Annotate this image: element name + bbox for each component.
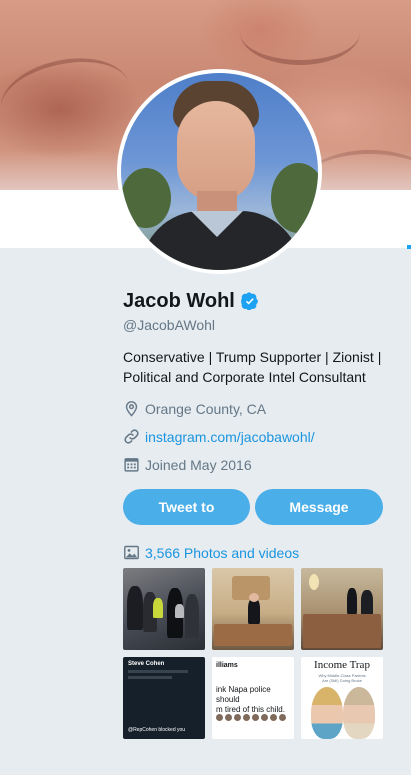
message-button[interactable]: Message xyxy=(255,489,383,525)
link-icon xyxy=(124,429,139,444)
photos-videos-link[interactable]: 3,566 Photos and videos xyxy=(123,544,299,561)
media-thumbnail[interactable] xyxy=(123,568,205,650)
profile-join-date: Joined May 2016 xyxy=(123,456,252,473)
media-thumbnail[interactable] xyxy=(212,568,294,650)
avatar[interactable] xyxy=(117,69,322,274)
verified-badge-icon xyxy=(241,292,258,310)
location-pin-icon xyxy=(125,401,138,417)
profile-bio: Conservative | Trump Supporter | Zionist… xyxy=(123,347,393,387)
profile-handle[interactable]: @JacobAWohl xyxy=(123,317,215,333)
location-text: Orange County, CA xyxy=(145,400,267,417)
nav-accent-indicator xyxy=(407,245,411,249)
media-thumbnail[interactable]: Income Trap Why Middle-Class Parents Are… xyxy=(301,657,383,739)
profile-location: Orange County, CA xyxy=(123,400,266,417)
join-date-text: Joined May 2016 xyxy=(145,456,252,473)
calendar-icon xyxy=(124,458,139,472)
photos-videos-count[interactable]: 3,566 Photos and videos xyxy=(145,545,299,561)
tweet-to-button[interactable]: Tweet to xyxy=(123,489,250,525)
media-thumbnail[interactable] xyxy=(301,568,383,650)
bio-line: Conservative | Trump Supporter | Zionist… xyxy=(123,349,382,365)
thumbnail-caption: @RepCohen blocked you xyxy=(128,727,186,733)
thumbnail-title: illiams xyxy=(216,662,238,669)
media-thumbnail[interactable]: illiams ink Napa police should m tired o… xyxy=(212,657,294,739)
website-link[interactable]: instagram.com/jacobawohl/ xyxy=(145,429,315,445)
thumbnail-caption: Why Middle-Class Parents Are (Still) Goi… xyxy=(318,673,366,683)
profile-name[interactable]: Jacob Wohl xyxy=(123,290,235,313)
media-thumbnail[interactable]: Steve Cohen @RepCohen blocked you xyxy=(123,657,205,739)
bio-line: Political and Corporate Intel Consultant xyxy=(123,369,366,385)
thumbnail-caption: ink Napa police should m tired of this c… xyxy=(216,685,285,714)
thumbnail-title: Steve Cohen xyxy=(128,661,165,667)
thumbnail-title: Income Trap xyxy=(314,659,370,671)
profile-website[interactable]: instagram.com/jacobawohl/ xyxy=(123,428,315,445)
image-icon xyxy=(124,545,139,560)
